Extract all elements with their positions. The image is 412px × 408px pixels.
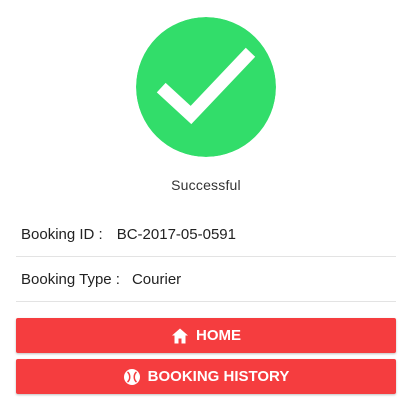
booking-success-screen: Successful Booking ID : BC-2017-05-0591 …: [0, 0, 412, 408]
booking-id-row: Booking ID : BC-2017-05-0591: [16, 212, 396, 257]
booking-type-row: Booking Type : Courier: [16, 257, 396, 302]
booking-history-button-label: BOOKING HISTORY: [147, 368, 290, 385]
home-icon: [171, 327, 189, 345]
booking-type-value: Courier: [131, 270, 182, 288]
status-text: Successful: [171, 177, 241, 193]
success-check-icon: [136, 17, 276, 157]
booking-type-label: Booking Type :: [21, 270, 120, 288]
home-button-label: HOME: [196, 327, 241, 344]
home-button[interactable]: HOME: [16, 318, 396, 353]
booking-id-label: Booking ID :: [21, 225, 103, 243]
booking-id-value: BC-2017-05-0591: [116, 225, 236, 243]
history-ball-icon: [123, 368, 141, 386]
booking-history-button[interactable]: BOOKING HISTORY: [16, 359, 396, 394]
